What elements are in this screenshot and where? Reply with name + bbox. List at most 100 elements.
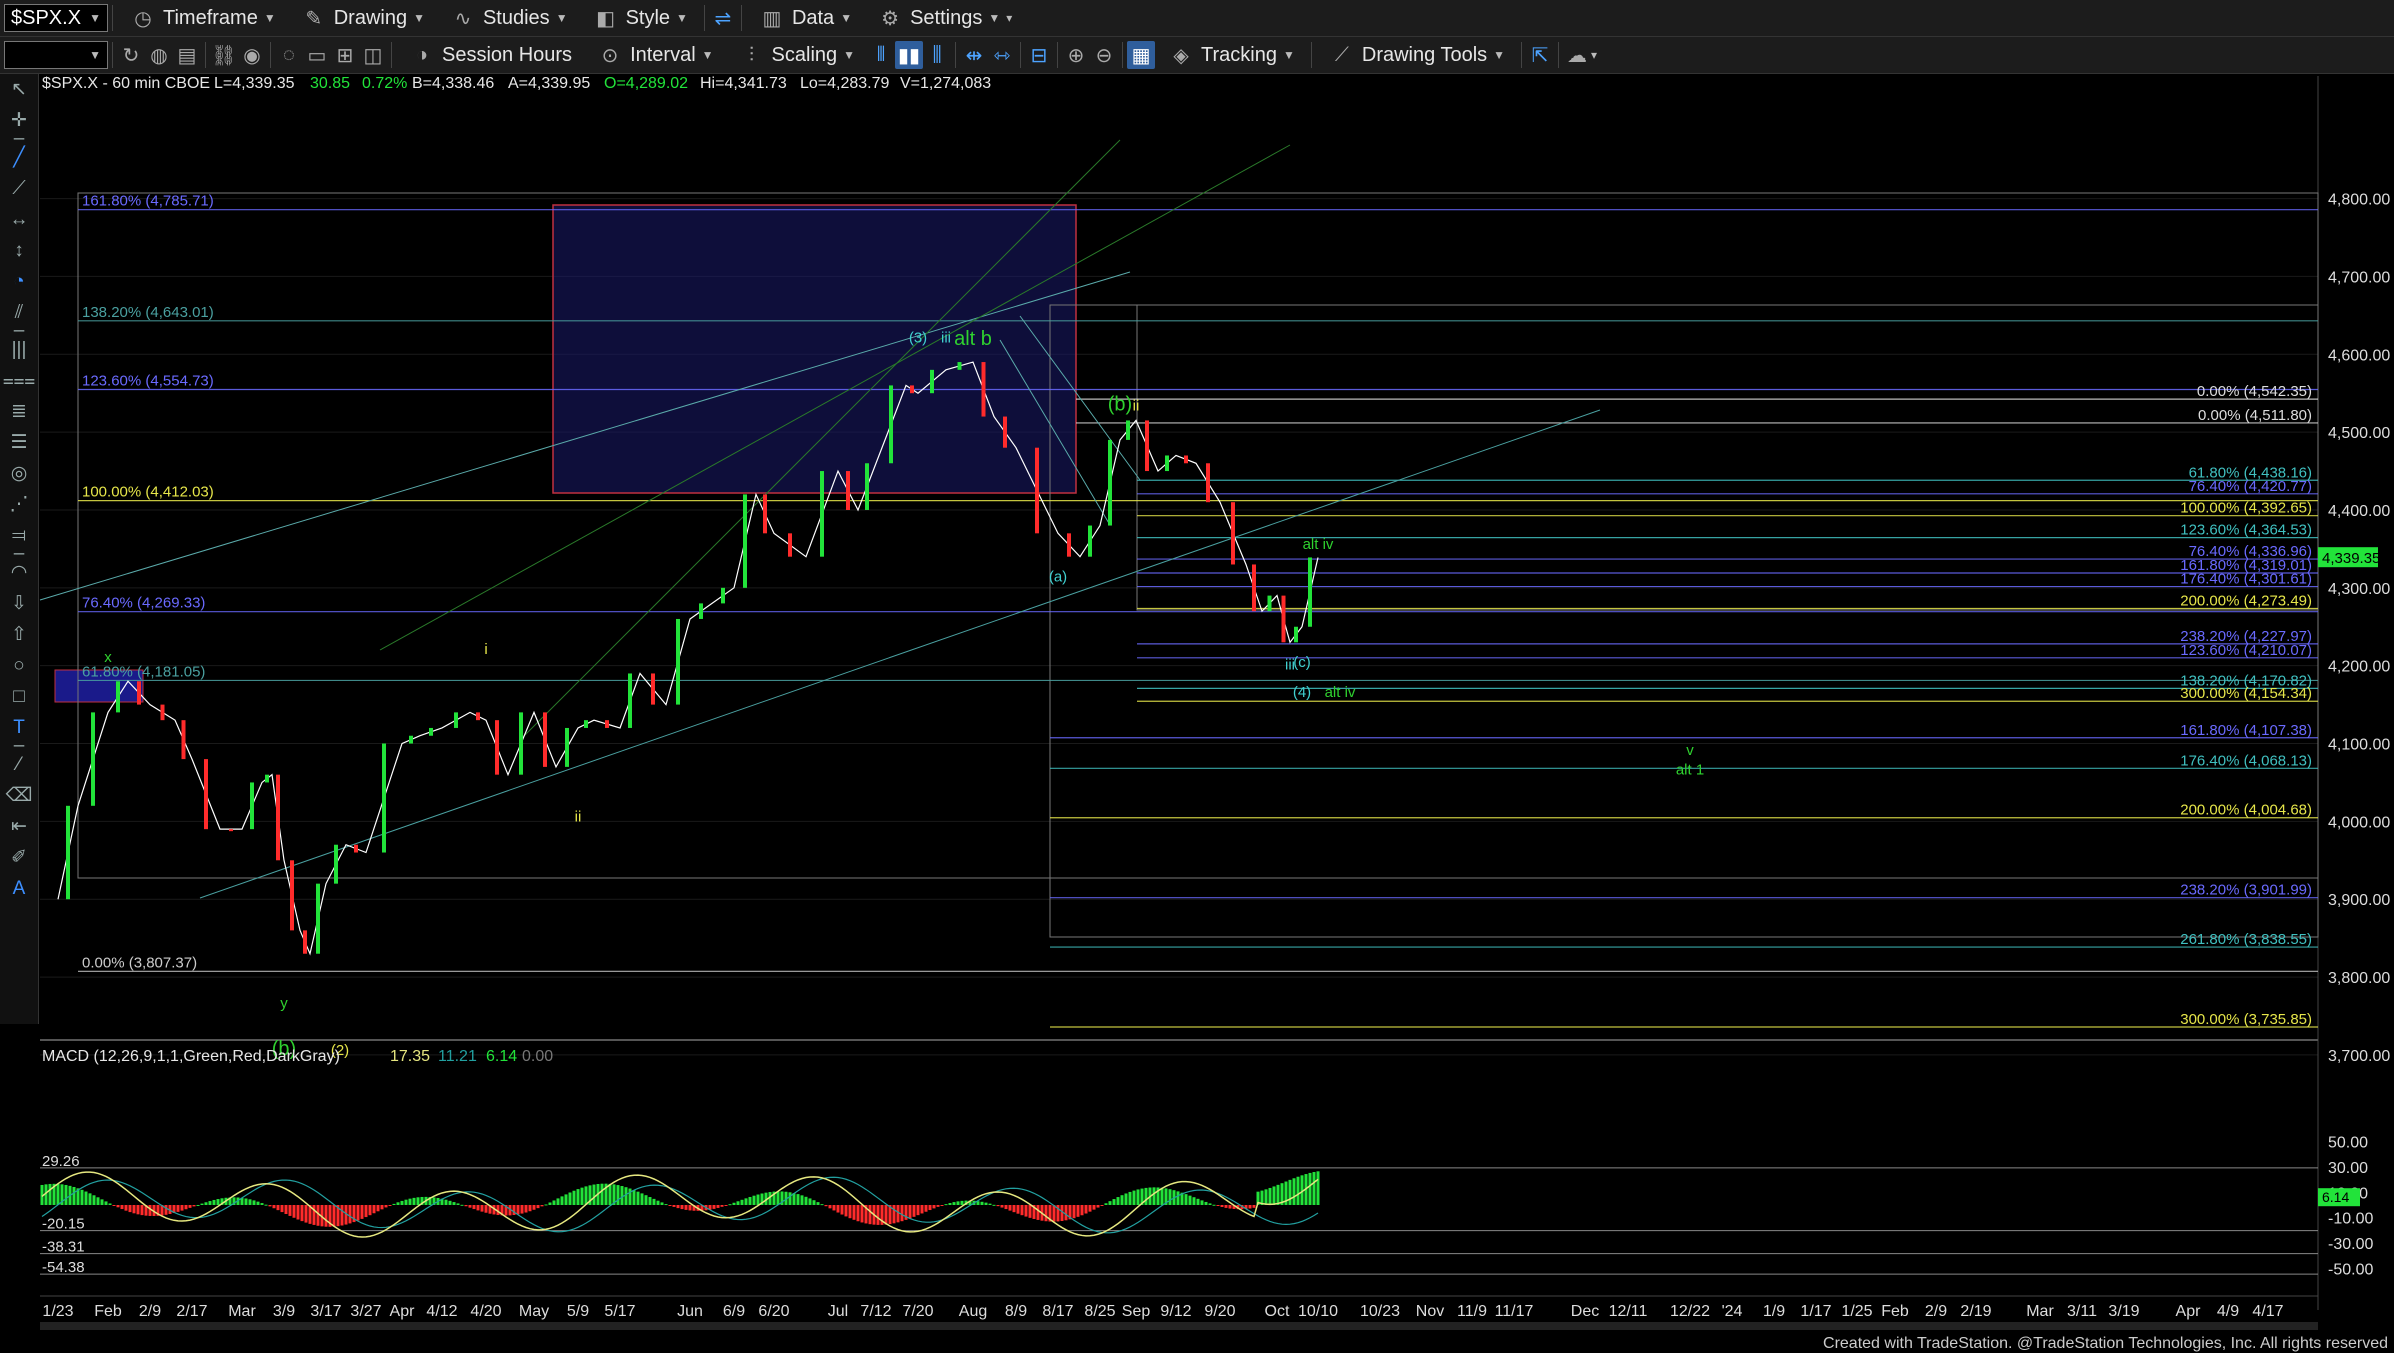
line-chart-icon[interactable]: ⫼ [923, 41, 951, 69]
pointer-icon[interactable]: ↖ [4, 74, 34, 105]
macd-histogram-bar [400, 1200, 404, 1205]
grid-icon[interactable]: ▦ [1127, 41, 1156, 69]
macd-histogram-bar [952, 1202, 956, 1205]
arrow-up-icon[interactable]: ⇧ [4, 619, 34, 650]
ray-icon[interactable]: ⟋ [4, 173, 34, 204]
wave-label: v [1686, 742, 1694, 759]
search-symbol-icon[interactable]: ◌ [275, 41, 303, 69]
price-chart[interactable]: 4,800.00 4,700.00 4,600.00 4,500.00 4,400.00… [0, 0, 2394, 1353]
macd-histogram-bar [624, 1187, 628, 1205]
fib-levels-icon[interactable]: ☰ [4, 427, 34, 458]
indicator-icon[interactable]: ⊞ [331, 41, 359, 69]
symbol-input[interactable]: $SPX.X ▼ [4, 4, 108, 32]
fib-icon[interactable]: ⩶ [3, 365, 36, 396]
vertical-line-icon[interactable]: ↕ [4, 235, 34, 266]
trendline-icon[interactable]: ╱ [4, 142, 34, 173]
candle [981, 362, 986, 417]
x-tick-label: May [519, 1303, 549, 1320]
separator [1310, 42, 1312, 68]
fib-frame-outer [1049, 304, 2319, 938]
macd-y-tick-label: 30.00 [2328, 1160, 2368, 1177]
fib-extension-icon[interactable]: ≣ [4, 396, 34, 427]
macd-histogram-bar [532, 1205, 536, 1210]
macd-histogram-bar [284, 1205, 288, 1215]
macd-histogram-bar [1272, 1186, 1276, 1205]
candle [651, 673, 655, 705]
macd-histogram-bar [656, 1200, 660, 1205]
macd-histogram-bar [244, 1198, 248, 1205]
candle [1145, 420, 1149, 472]
macd-histogram-bar [56, 1183, 60, 1205]
layout-icon[interactable]: ⊟ [1025, 41, 1053, 69]
paint-icon[interactable]: ✐ [4, 842, 34, 873]
zoom-out-icon[interactable]: ⊖ [1090, 41, 1118, 69]
candle [1252, 564, 1256, 612]
more-icon[interactable]: ☁ [1563, 41, 1591, 69]
link-icon[interactable]: ⛓ [210, 41, 238, 69]
macd-histogram-bar [1224, 1205, 1228, 1208]
macd-histogram-bar [180, 1205, 184, 1211]
settings-menu[interactable]: ⚙ Settings ▼ ▾ [864, 0, 1024, 36]
scaling-menu[interactable]: ⫶ Scaling ▼ [726, 37, 868, 73]
macd-histogram-bar [1084, 1205, 1088, 1214]
separator [740, 5, 742, 31]
horizontal-line-icon[interactable]: ↔ [4, 204, 34, 235]
text-style-icon[interactable]: A [4, 873, 34, 904]
macd-histogram-bar [1088, 1205, 1092, 1212]
macd-histogram-bar [1228, 1205, 1232, 1209]
ellipse-icon[interactable]: ○ [4, 650, 34, 681]
price-y-tick-label: 4,400.00 [2328, 503, 2390, 520]
template-icon[interactable]: ▭ [303, 41, 331, 69]
x-tick-label: 10/23 [1360, 1303, 1400, 1320]
macd-histogram-bar [380, 1205, 384, 1210]
ruler-icon[interactable]: ⁄ [4, 749, 34, 780]
save-icon[interactable]: ▤ [173, 41, 201, 69]
macd-histogram-bar [1116, 1197, 1120, 1205]
interval-select[interactable]: ▼ [4, 41, 108, 69]
candle [1308, 557, 1312, 627]
timeframe-menu[interactable]: ◷ Timeframe ▼ [117, 0, 288, 36]
export-icon[interactable]: ⇱ [1526, 41, 1554, 69]
studies-menu[interactable]: ∿ Studies ▼ [437, 0, 580, 36]
drawing-menu[interactable]: ✎ Drawing ▼ [288, 0, 437, 36]
eraser-icon[interactable]: ⌫ [4, 780, 34, 811]
arc-icon[interactable]: ◠ [4, 557, 34, 588]
snap-icon[interactable]: ⇤ [4, 811, 34, 842]
data-menu[interactable]: ▥ Data ▼ [746, 0, 864, 36]
x-tick-label: 8/9 [1005, 1303, 1027, 1320]
tracking-menu[interactable]: ◈ Tracking ▼ [1155, 37, 1307, 73]
symbol-link-icon[interactable]: ◉ [238, 41, 266, 69]
bars-icon[interactable]: ||| [4, 334, 34, 365]
cycle-icon[interactable]: ◔ [4, 266, 34, 297]
open: O=4,289.02 [604, 75, 688, 92]
candlestick-icon[interactable]: ▮▮ [895, 41, 924, 69]
arrow-down-icon[interactable]: ⇩ [4, 588, 34, 619]
refresh-icon[interactable]: ↻ [117, 41, 145, 69]
session-hours-button[interactable]: ◑ Session Hours [396, 37, 584, 73]
fit-icon[interactable]: ⇿ [988, 41, 1016, 69]
zoom-range-icon[interactable]: ⇹ [960, 41, 988, 69]
back-icon[interactable]: ◍ [145, 41, 173, 69]
bid: B=4,338.46 [412, 75, 494, 92]
spiral-icon[interactable]: ◎ [4, 458, 34, 489]
macd-histogram-bar [712, 1205, 716, 1209]
candle [409, 735, 413, 744]
options-icon[interactable]: ◫ [359, 41, 387, 69]
drawing-tools-menu[interactable]: ⟋ Drawing Tools ▼ [1316, 37, 1517, 73]
chevron-down-icon: ▼ [1493, 48, 1506, 62]
rectangle-icon[interactable]: □ [4, 681, 34, 712]
bar-chart-icon[interactable]: ⦀ [867, 41, 895, 69]
interval-menu[interactable]: ⊙ Interval ▼ [584, 37, 725, 73]
tracking-label: Tracking [1201, 43, 1277, 66]
zoom-in-icon[interactable]: ⊕ [1062, 41, 1090, 69]
x-tick-label: 4/9 [2217, 1303, 2239, 1320]
pitchfork-icon[interactable]: ⋰ [4, 489, 34, 520]
x-tick-label: 2/19 [1960, 1303, 1991, 1320]
chart-analysis-icon[interactable]: ⇌ [709, 4, 737, 32]
chevron-down-icon: ▼ [89, 11, 101, 25]
fib-label-right: 176.40% (4,068.13) [2180, 752, 2312, 769]
style-menu[interactable]: ◧ Style ▼ [580, 0, 700, 36]
last-price: L=4,339.35 [214, 75, 295, 92]
macd-histogram-bar [452, 1202, 456, 1205]
price-y-tick-label: 4,100.00 [2328, 737, 2390, 754]
